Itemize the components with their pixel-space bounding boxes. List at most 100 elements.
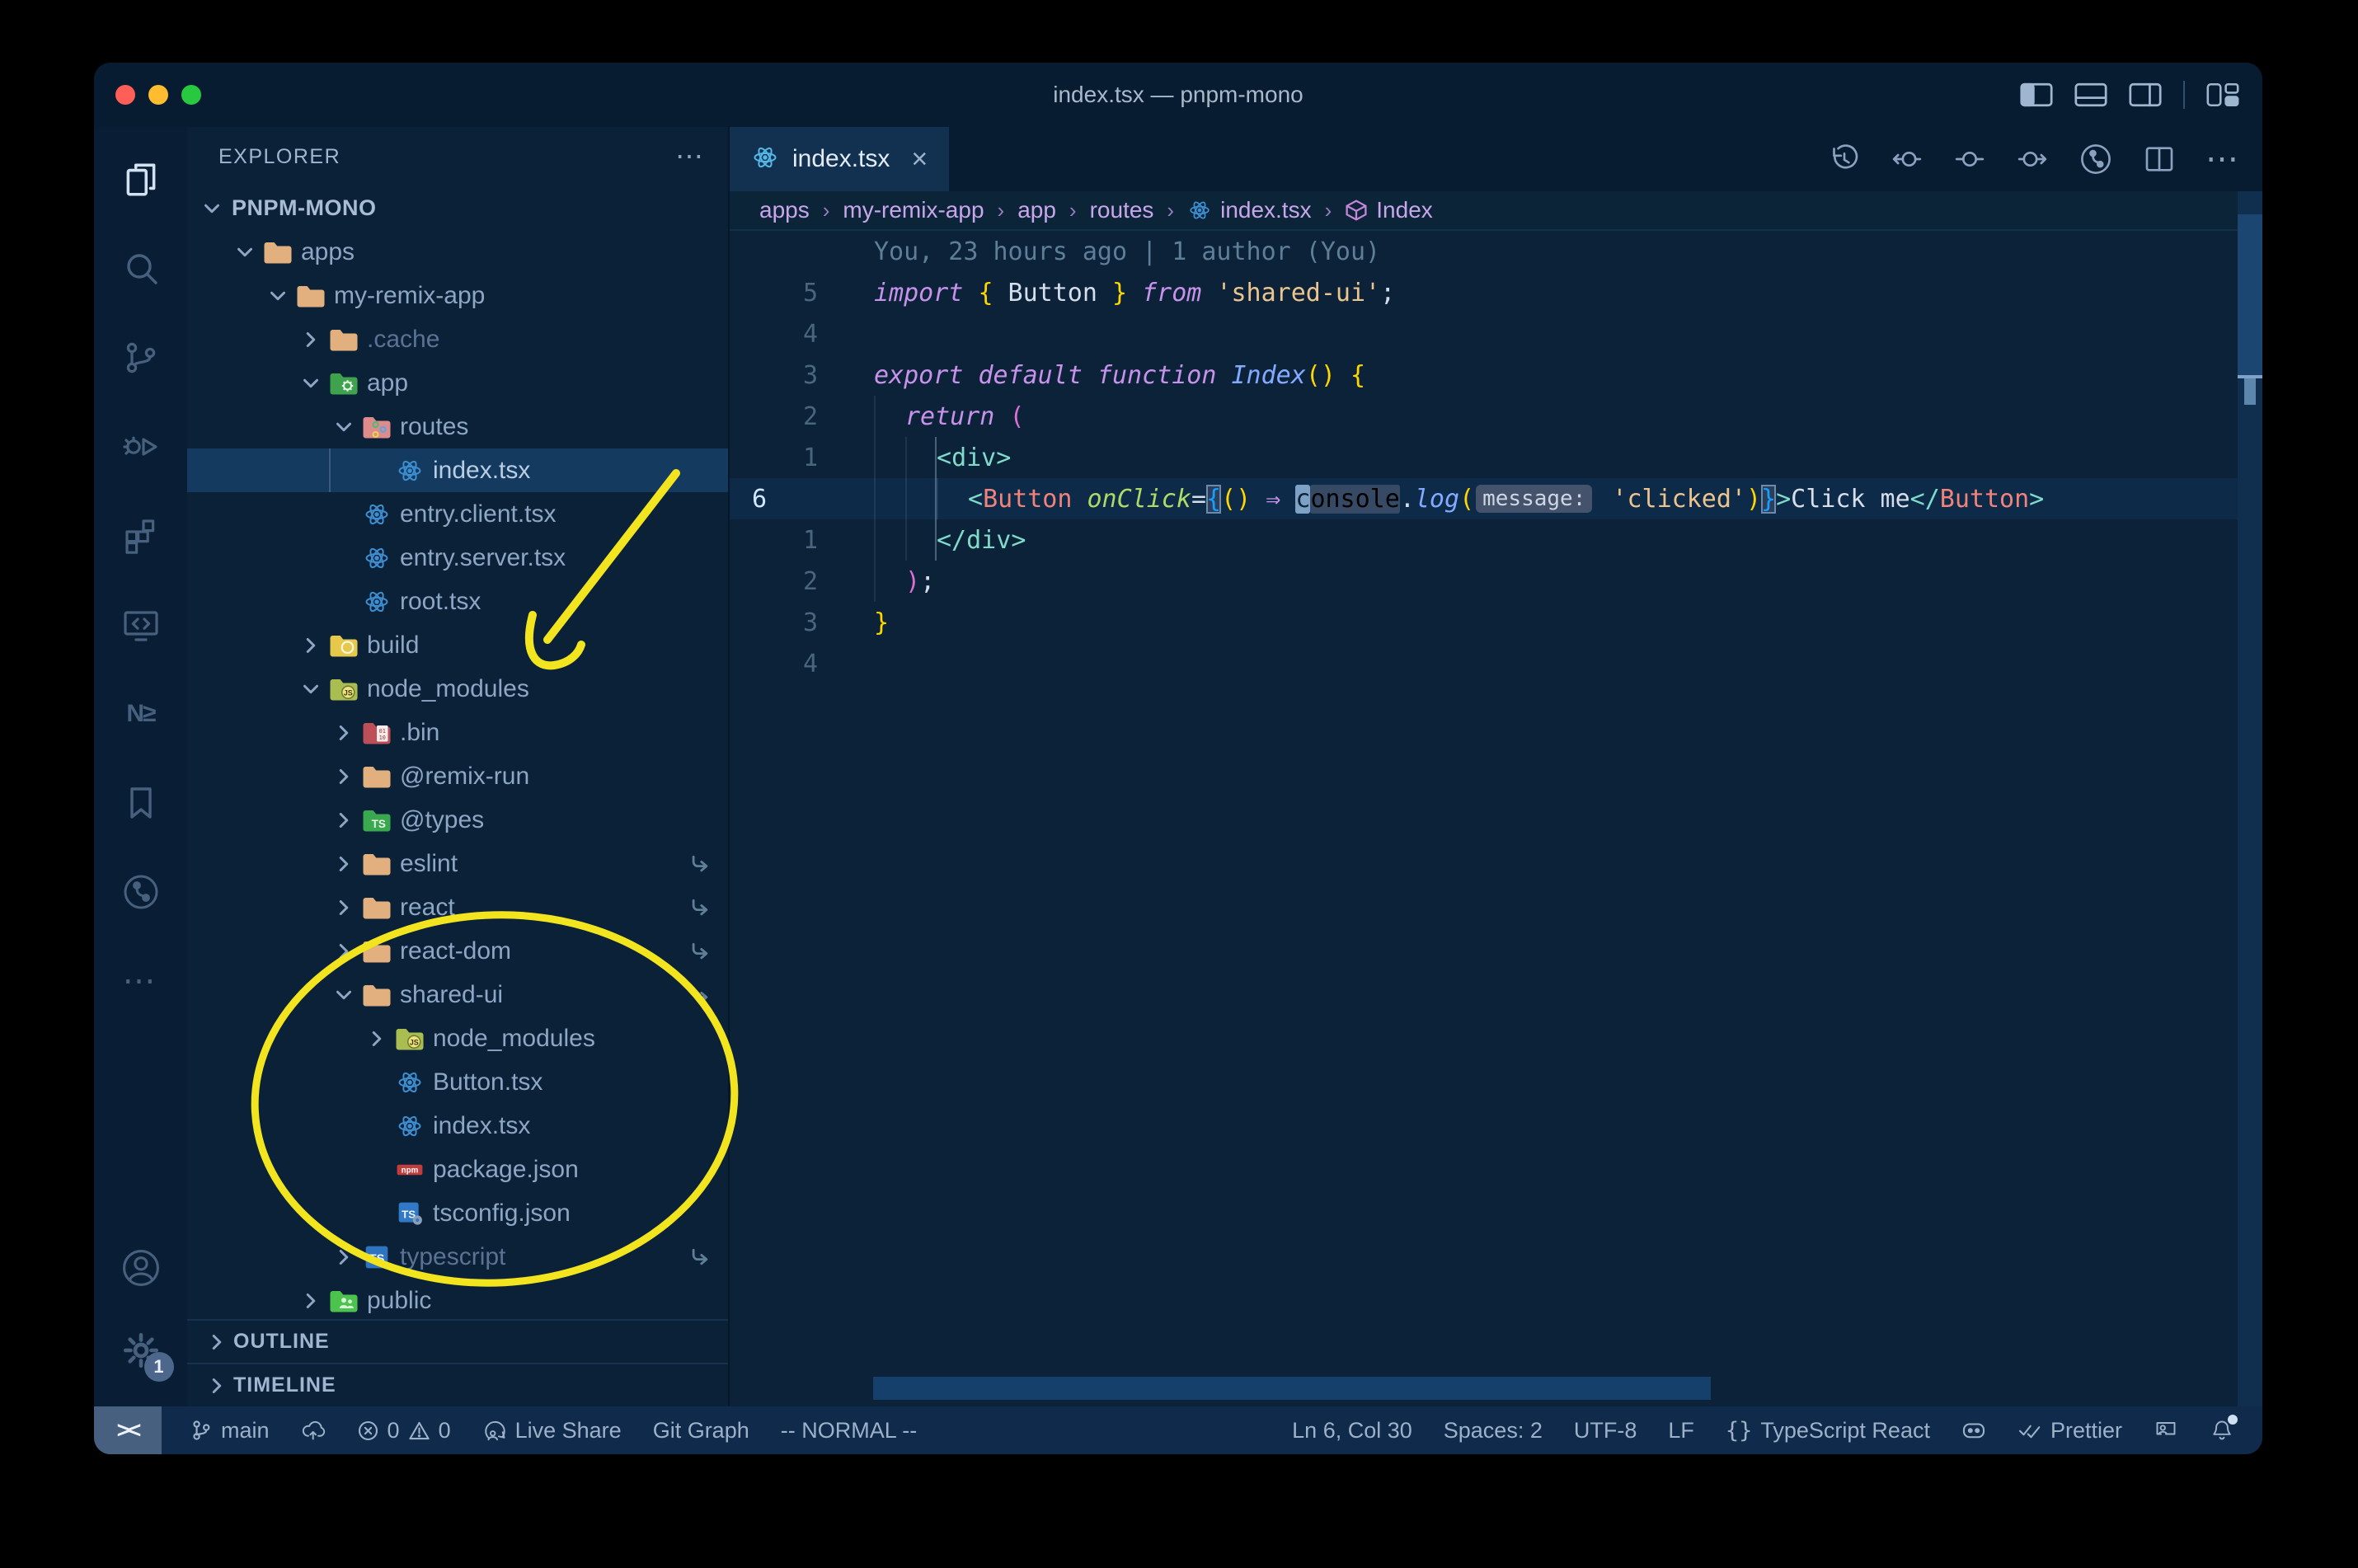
tree-item-tsconfig-json[interactable]: TS tsconfig.json <box>187 1191 728 1235</box>
tree-item-app[interactable]: app <box>187 361 728 405</box>
line-number[interactable]: 3 <box>730 608 818 637</box>
tree-item-react-dom[interactable]: react-dom <box>187 929 728 973</box>
git-blame-annotation[interactable]: You, 23 hours ago | 1 author (You) <box>730 231 2262 272</box>
tree-item-entry-server-tsx[interactable]: entry.server.tsx <box>187 536 728 580</box>
toggle-secondary-sidebar-icon[interactable] <box>2129 82 2162 107</box>
activity-source-control-icon[interactable] <box>118 335 164 381</box>
tree-item--remix-run[interactable]: @remix-run <box>187 754 728 798</box>
activity-nx-console-icon[interactable]: N≥ <box>118 691 164 737</box>
tree-item-button-tsx[interactable]: Button.tsx <box>187 1060 728 1104</box>
chevron-right-icon[interactable] <box>329 764 359 789</box>
customize-layout-icon[interactable] <box>2206 82 2239 107</box>
tree-item-react[interactable]: react <box>187 885 728 929</box>
line-number[interactable]: 4 <box>730 320 818 349</box>
code-line-5[interactable]: 5 import { Button } from 'shared-ui'; <box>730 272 2262 313</box>
activity-bookmarks-icon[interactable] <box>118 780 164 826</box>
more-actions-icon[interactable]: ⋯ <box>2205 140 2241 178</box>
chevron-right-icon[interactable] <box>362 1026 392 1051</box>
status-indentation[interactable]: Spaces: 2 <box>1444 1418 1543 1444</box>
tree-item-public[interactable]: public <box>187 1279 728 1319</box>
code-line-4[interactable]: 4 <box>730 643 2262 684</box>
code-line-1[interactable]: 1 < div > <box>730 437 2262 478</box>
tree-item-build[interactable]: build <box>187 623 728 667</box>
remote-indicator[interactable]: >< <box>94 1406 162 1454</box>
activity-extensions-icon[interactable] <box>118 513 164 559</box>
chevron-right-icon[interactable] <box>296 633 326 658</box>
activity-remote-explorer-icon[interactable] <box>118 602 164 648</box>
status-live-share[interactable]: Live Share <box>482 1418 622 1444</box>
tree-item-package-json[interactable]: npm package.json <box>187 1148 728 1191</box>
tree-item-index-tsx[interactable]: index.tsx <box>187 448 728 492</box>
status-problems[interactable]: 00 <box>357 1418 451 1444</box>
next-change-icon[interactable] <box>2016 143 2049 176</box>
vertical-scrollbar-slider[interactable] <box>2238 214 2262 376</box>
tree-item-node-modules[interactable]: JS node_modules <box>187 667 728 711</box>
chevron-down-icon[interactable] <box>230 240 260 265</box>
line-number[interactable]: 2 <box>730 567 818 596</box>
sidebar-more-actions-icon[interactable]: ⋯ <box>675 140 703 173</box>
chevron-down-icon[interactable] <box>296 677 326 702</box>
status-encoding[interactable]: UTF-8 <box>1574 1418 1637 1444</box>
chevron-right-icon[interactable] <box>329 895 359 920</box>
status-notifications[interactable] <box>2210 1415 2238 1443</box>
chevron-down-icon[interactable] <box>329 983 359 1007</box>
breadcrumb-app[interactable]: app <box>1017 197 1056 223</box>
line-number[interactable]: 1 <box>730 444 818 472</box>
chevron-right-icon[interactable] <box>296 1289 326 1313</box>
tree-item-my-remix-app[interactable]: my-remix-app <box>187 274 728 317</box>
chevron-right-icon[interactable] <box>296 327 326 352</box>
activity-accounts-icon[interactable] <box>118 1245 164 1291</box>
status-git-graph[interactable]: Git Graph <box>653 1418 749 1444</box>
vertical-scrollbar[interactable] <box>2238 191 2262 1406</box>
chevron-down-icon[interactable] <box>329 415 359 439</box>
activity-gitlens-icon[interactable] <box>118 869 164 915</box>
tree-item-routes[interactable]: routes <box>187 405 728 448</box>
activity-run-and-debug-icon[interactable] <box>118 424 164 470</box>
breadcrumb-index-tsx[interactable]: index.tsx <box>1187 197 1312 223</box>
previous-change-icon[interactable] <box>1891 143 1924 176</box>
chevron-right-icon[interactable] <box>329 852 359 876</box>
tree-item--cache[interactable]: .cache <box>187 317 728 361</box>
code-line-6[interactable]: 6 < Button onClick ={() ⇒ c onsole. log(messa… <box>730 478 2262 519</box>
horizontal-scrollbar[interactable] <box>873 1377 1711 1400</box>
tree-item--bin[interactable]: 01 10 .bin <box>187 711 728 754</box>
chevron-down-icon[interactable] <box>263 284 293 308</box>
code-line-2[interactable]: 2); <box>730 561 2262 602</box>
status-formatter[interactable]: Prettier <box>2017 1418 2122 1444</box>
line-number[interactable]: 2 <box>730 402 818 431</box>
close-tab-icon[interactable]: × <box>911 143 928 176</box>
history-icon[interactable] <box>1828 143 1861 176</box>
tree-item-eslint[interactable]: eslint <box>187 842 728 885</box>
panel-outline[interactable]: OUTLINE <box>187 1319 728 1363</box>
tree-item-apps[interactable]: apps <box>187 230 728 274</box>
chevron-right-icon[interactable] <box>329 1245 359 1270</box>
toggle-primary-sidebar-icon[interactable] <box>2020 82 2053 107</box>
status-vim-mode[interactable]: -- NORMAL -- <box>781 1418 917 1444</box>
chevron-right-icon[interactable] <box>329 808 359 833</box>
code-line-4[interactable]: 4 <box>730 313 2262 354</box>
chevron-down-icon[interactable] <box>197 196 227 221</box>
activity-settings-icon[interactable]: 1 <box>118 1327 174 1382</box>
status-eol[interactable]: LF <box>1668 1418 1694 1444</box>
status-cursor-position[interactable]: Ln 6, Col 30 <box>1292 1418 1412 1444</box>
tree-item-root-tsx[interactable]: root.tsx <box>187 580 728 623</box>
line-number[interactable]: 3 <box>730 361 818 390</box>
tree-item-index-tsx[interactable]: index.tsx <box>187 1104 728 1148</box>
split-editor-icon[interactable] <box>2143 143 2176 176</box>
breadcrumb-my-remix-app[interactable]: my-remix-app <box>843 197 984 223</box>
chevron-down-icon[interactable] <box>296 371 326 396</box>
status-language-mode[interactable]: {} TypeScript React <box>1726 1418 1930 1444</box>
tree-item--types[interactable]: TS @types <box>187 798 728 842</box>
line-number[interactable]: 4 <box>730 650 818 678</box>
breadcrumb-index[interactable]: Index <box>1345 197 1433 223</box>
status-copilot[interactable] <box>1961 1418 1986 1443</box>
code-line-3[interactable]: 3} <box>730 602 2262 643</box>
tab-index-tsx[interactable]: index.tsx × <box>730 127 950 191</box>
status-sync[interactable] <box>301 1418 326 1443</box>
tree-item-entry-client-tsx[interactable]: entry.client.tsx <box>187 492 728 536</box>
activity-search-icon[interactable] <box>118 246 164 292</box>
panel-timeline[interactable]: TIMELINE <box>187 1363 728 1406</box>
code-line-3[interactable]: 3 export default function Index() { <box>730 354 2262 396</box>
toggle-panel-icon[interactable] <box>2074 82 2107 107</box>
line-number[interactable]: 6 <box>730 485 818 514</box>
